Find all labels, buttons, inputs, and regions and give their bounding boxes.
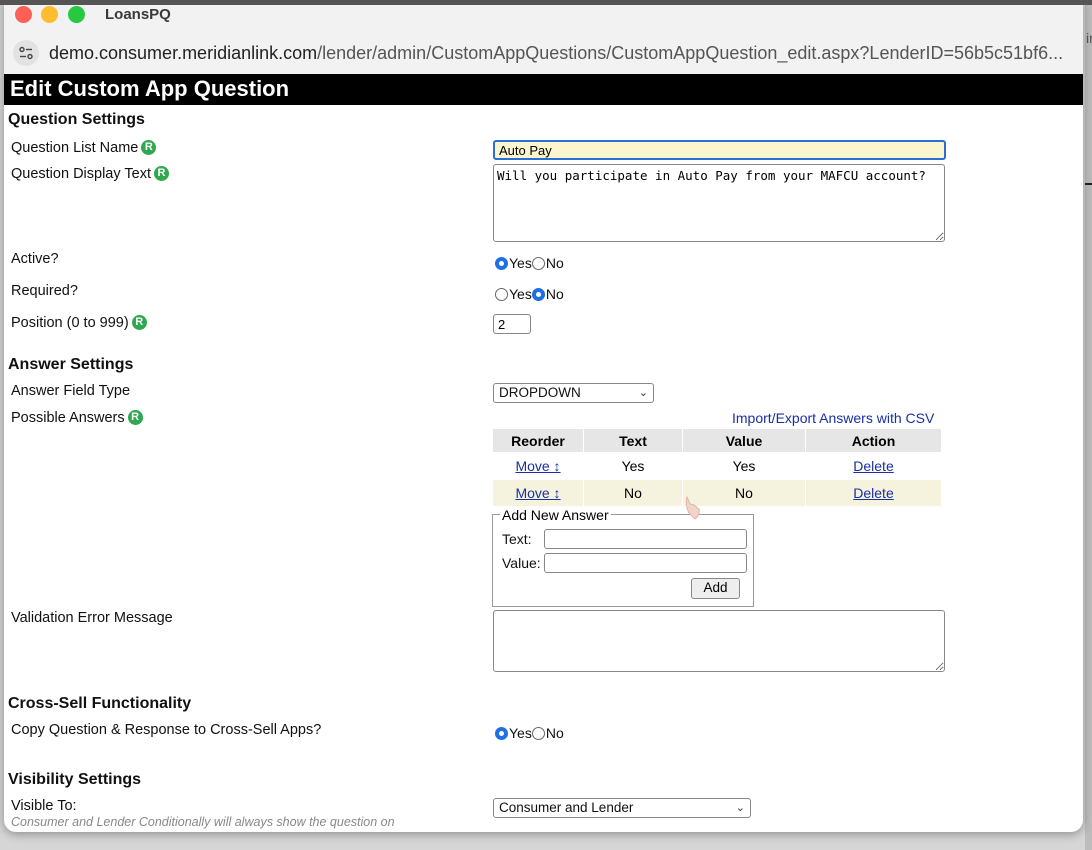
required-badge-icon: R: [141, 140, 157, 155]
required-radio-group: Yes No: [495, 286, 564, 302]
screen-top-edge: [0, 0, 1092, 5]
add-answer-button[interactable]: Add: [691, 578, 740, 599]
required-badge-icon: R: [127, 410, 143, 425]
reorder-cell: Move ↕: [492, 479, 584, 507]
question-display-text-textarea[interactable]: Will you participate in Auto Pay from yo…: [493, 164, 945, 242]
background-strip: [1085, 0, 1092, 850]
table-row: Move ↕ No No Delete: [492, 479, 942, 507]
required-no-radio[interactable]: [531, 287, 545, 301]
answers-table: Reorder Text Value Action Move ↕ Yes Yes…: [492, 428, 942, 507]
address-bar[interactable]: demo.consumer.meridianlink.com/lender/ad…: [4, 32, 1083, 75]
required-yes-label: Yes: [509, 286, 532, 302]
url-path: /lender/admin/CustomAppQuestions/CustomA…: [317, 43, 1064, 63]
action-cell: Delete: [805, 452, 942, 480]
question-list-name-label-text: Question List Name: [11, 140, 139, 156]
background-divider: [1085, 183, 1092, 185]
column-header-text: Text: [583, 428, 683, 453]
value-cell: Yes: [682, 452, 806, 480]
move-link[interactable]: Move ↕: [515, 485, 560, 501]
new-answer-text-input[interactable]: [544, 529, 747, 549]
possible-answers-label-text: Possible Answers: [11, 410, 125, 426]
url-text[interactable]: demo.consumer.meridianlink.com/lender/ad…: [49, 43, 1063, 64]
active-label: Active?: [11, 251, 59, 267]
delete-link[interactable]: Delete: [853, 485, 893, 501]
visibility-settings-heading: Visibility Settings: [8, 771, 142, 788]
validation-error-message-textarea[interactable]: [493, 610, 945, 672]
question-list-name-label: Question List Name R: [11, 140, 157, 156]
text-cell: Yes: [583, 452, 683, 480]
copy-yes-label: Yes: [509, 725, 532, 741]
dropdown-chevron-icon: ⌄: [638, 387, 648, 399]
active-no-label: No: [545, 255, 564, 271]
minimize-window-button[interactable]: [41, 6, 58, 23]
new-answer-value-input[interactable]: [544, 553, 747, 573]
answer-field-type-select[interactable]: DROPDOWN ⌄: [493, 383, 654, 403]
zoom-window-button[interactable]: [68, 6, 85, 23]
import-export-csv-link[interactable]: Import/Export Answers with CSV: [732, 410, 934, 426]
position-label-text: Position (0 to 999): [11, 315, 129, 331]
copy-to-cross-sell-radio-group: Yes No: [495, 725, 564, 741]
visible-to-hint: Consumer and Lender Conditionally will a…: [11, 815, 395, 829]
reorder-cell: Move ↕: [492, 452, 584, 480]
question-list-name-input[interactable]: [493, 140, 946, 160]
page-title: Edit Custom App Question: [4, 74, 1083, 105]
question-display-text-label-text: Question Display Text: [11, 166, 151, 182]
column-header-reorder: Reorder: [492, 428, 584, 453]
copy-to-cross-sell-label: Copy Question & Response to Cross-Sell A…: [11, 722, 322, 738]
answer-field-type-value: DROPDOWN: [499, 385, 581, 400]
active-no-radio[interactable]: [531, 256, 545, 270]
answers-table-header: Reorder Text Value Action: [492, 428, 942, 453]
required-badge-icon: R: [153, 166, 169, 181]
position-input[interactable]: [493, 314, 531, 334]
possible-answers-label: Possible Answers R: [11, 410, 143, 426]
copy-no-radio[interactable]: [531, 726, 545, 740]
active-yes-radio[interactable]: [495, 256, 508, 270]
text-cell: No: [583, 479, 683, 507]
required-label: Required?: [11, 283, 78, 299]
window-title: LoansPQ: [105, 6, 171, 23]
active-yes-label: Yes: [509, 255, 532, 271]
answer-settings-heading: Answer Settings: [8, 356, 134, 373]
active-radio-group: Yes No: [495, 255, 564, 271]
copy-yes-radio[interactable]: [495, 726, 508, 740]
table-row: Move ↕ Yes Yes Delete: [492, 452, 942, 480]
delete-link[interactable]: Delete: [853, 458, 893, 474]
column-header-value: Value: [682, 428, 806, 453]
question-display-text-label: Question Display Text R: [11, 166, 169, 182]
validation-error-message-label: Validation Error Message: [11, 610, 173, 626]
mouse-cursor-icon: [684, 495, 704, 526]
new-answer-value-label: Value:: [502, 555, 541, 571]
url-host: demo.consumer.meridianlink.com: [49, 43, 318, 63]
visible-to-value: Consumer and Lender: [499, 800, 634, 815]
question-settings-heading: Question Settings: [8, 111, 145, 128]
required-no-label: No: [545, 286, 564, 302]
close-window-button[interactable]: [15, 6, 32, 23]
action-cell: Delete: [805, 479, 942, 507]
column-header-action: Action: [805, 428, 942, 453]
new-answer-text-label: Text:: [502, 531, 532, 547]
site-settings-icon[interactable]: [13, 40, 39, 66]
visible-to-label: Visible To:: [11, 798, 77, 814]
copy-no-label: No: [545, 725, 564, 741]
required-yes-radio[interactable]: [495, 287, 508, 301]
visible-to-select[interactable]: Consumer and Lender ⌄: [493, 798, 751, 818]
required-badge-icon: R: [131, 315, 147, 330]
popup-window: LoansPQ demo.consumer.meridianlink.com/l…: [4, 0, 1083, 832]
background-text: in: [1086, 30, 1092, 46]
cross-sell-heading: Cross-Sell Functionality: [8, 695, 192, 712]
answer-field-type-label: Answer Field Type: [11, 383, 131, 399]
move-link[interactable]: Move ↕: [515, 458, 560, 474]
dropdown-chevron-icon: ⌄: [735, 802, 745, 814]
add-new-answer-legend: Add New Answer: [500, 507, 611, 523]
position-label: Position (0 to 999) R: [11, 315, 147, 331]
